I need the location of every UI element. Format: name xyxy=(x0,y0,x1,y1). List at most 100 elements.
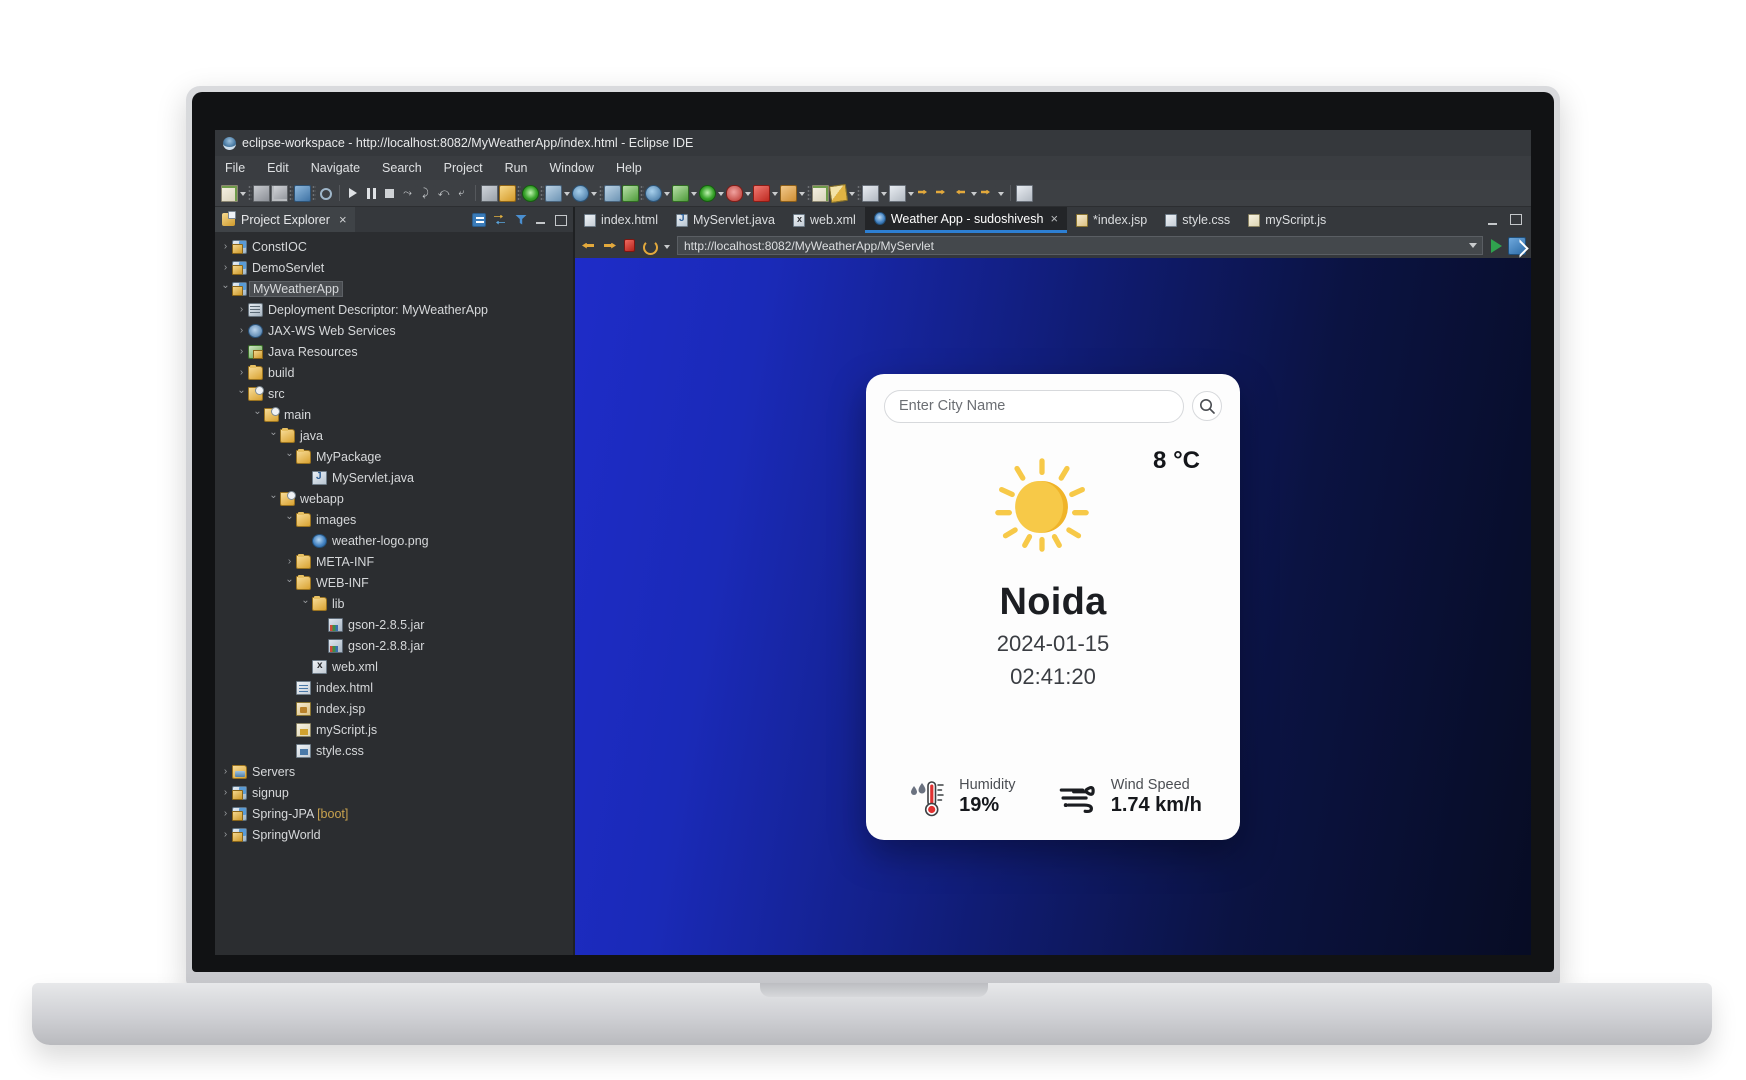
editor-icon[interactable] xyxy=(829,183,848,202)
save-all-icon[interactable] xyxy=(271,185,288,202)
maximize-icon[interactable] xyxy=(554,214,566,226)
back-dropdown-icon[interactable] xyxy=(970,185,978,201)
debug-as-icon[interactable] xyxy=(622,185,639,202)
tree-row[interactable]: myScript.js xyxy=(215,719,573,740)
close-icon[interactable]: × xyxy=(1050,211,1058,226)
open-perspective-dropdown-icon[interactable] xyxy=(663,185,671,201)
chevron-right-icon[interactable] xyxy=(219,829,232,840)
forward-dropdown-icon[interactable] xyxy=(997,185,1005,201)
tree-row[interactable]: Servers xyxy=(215,761,573,782)
toolbar-drag-handle[interactable] xyxy=(640,185,644,201)
project-tree[interactable]: ConstIOCDemoServletMyWeatherAppDeploymen… xyxy=(215,232,573,955)
search-icon[interactable] xyxy=(317,185,334,202)
menu-item-window[interactable]: Window xyxy=(550,161,594,175)
tree-row[interactable]: index.jsp xyxy=(215,698,573,719)
chevron-right-icon[interactable] xyxy=(219,787,232,798)
toolbar-drag-handle[interactable] xyxy=(599,185,603,201)
collapse-all-icon[interactable] xyxy=(472,213,486,227)
toolbar-drag-handle[interactable] xyxy=(540,185,544,201)
tree-row[interactable]: DemoServlet xyxy=(215,257,573,278)
tree-row[interactable]: MyServlet.java xyxy=(215,467,573,488)
toolbar-drag-handle[interactable] xyxy=(857,185,861,201)
menu-item-run[interactable]: Run xyxy=(505,161,528,175)
minimize-icon[interactable] xyxy=(535,214,547,226)
chevron-right-icon[interactable] xyxy=(235,346,248,357)
tree-row[interactable]: web.xml xyxy=(215,656,573,677)
chevron-right-icon[interactable] xyxy=(219,808,232,819)
tree-row[interactable]: MyWeatherApp xyxy=(215,278,573,299)
back-icon[interactable] xyxy=(952,185,969,202)
chevron-down-icon[interactable] xyxy=(283,514,296,525)
tree-row[interactable]: Deployment Descriptor: MyWeatherApp xyxy=(215,299,573,320)
chevron-right-icon[interactable] xyxy=(235,325,248,336)
refresh-icon[interactable] xyxy=(641,238,657,254)
skip-breakpoints-icon[interactable] xyxy=(481,185,498,202)
chevron-down-icon[interactable] xyxy=(267,493,280,504)
tree-row[interactable]: images xyxy=(215,509,573,530)
tree-row[interactable]: main xyxy=(215,404,573,425)
editor-tab[interactable]: style.css xyxy=(1156,207,1239,233)
tomcat-dropdown-icon[interactable] xyxy=(798,185,806,201)
chevron-right-icon[interactable] xyxy=(283,556,296,567)
tree-row[interactable]: signup xyxy=(215,782,573,803)
tree-row[interactable]: META-INF xyxy=(215,551,573,572)
chevron-down-icon[interactable] xyxy=(235,388,248,399)
url-bar[interactable]: http://localhost:8082/MyWeatherApp/MySer… xyxy=(677,236,1483,255)
run-as-icon[interactable] xyxy=(672,185,689,202)
project-explorer-toolbar[interactable] xyxy=(472,213,573,227)
main-toolbar[interactable]: ⤳ ⤸ ⤺ ⤶ xyxy=(215,180,1531,207)
chevron-right-icon[interactable] xyxy=(235,304,248,315)
tree-row[interactable]: JAX-WS Web Services xyxy=(215,320,573,341)
menu-item-file[interactable]: File xyxy=(225,161,245,175)
tree-row[interactable]: webapp xyxy=(215,488,573,509)
coverage-icon[interactable] xyxy=(499,185,516,202)
tree-row[interactable]: build xyxy=(215,362,573,383)
search-button[interactable] xyxy=(1192,391,1222,421)
prev-annotation-dropdown-icon[interactable] xyxy=(907,185,915,201)
close-icon[interactable]: × xyxy=(339,212,347,227)
new-class-icon[interactable] xyxy=(812,185,829,202)
editor-tabbar[interactable]: index.htmlMyServlet.javaweb.xmlWeather A… xyxy=(575,207,1531,233)
coverage-dropdown-icon[interactable] xyxy=(717,185,725,201)
chevron-down-icon[interactable] xyxy=(251,409,264,420)
menu-item-navigate[interactable]: Navigate xyxy=(311,161,360,175)
tree-row[interactable]: MyPackage xyxy=(215,446,573,467)
power-icon[interactable] xyxy=(522,185,539,202)
external-tools-dropdown-icon[interactable] xyxy=(590,185,598,201)
step-out-icon[interactable]: ⤶ xyxy=(453,185,470,202)
toolbar-drag-handle[interactable] xyxy=(517,185,521,201)
open-external-browser-icon[interactable] xyxy=(1508,237,1526,255)
tree-row[interactable]: Spring-JPA [boot] xyxy=(215,803,573,824)
new-java-project-icon[interactable] xyxy=(604,185,621,202)
stop-icon[interactable] xyxy=(624,239,635,252)
menu-item-edit[interactable]: Edit xyxy=(267,161,289,175)
editor-tab[interactable]: web.xml xyxy=(784,207,865,233)
tree-row[interactable]: WEB-INF xyxy=(215,572,573,593)
external-tools-icon[interactable] xyxy=(572,185,589,202)
tomcat-icon[interactable] xyxy=(780,185,797,202)
menu-bar[interactable]: File Edit Navigate Search Project Run Wi… xyxy=(215,156,1531,180)
toolbar-drag-handle[interactable] xyxy=(807,185,811,201)
tree-row[interactable]: style.css xyxy=(215,740,573,761)
forward-nav-icon[interactable] xyxy=(979,185,996,202)
editor-dropdown-icon[interactable] xyxy=(848,185,856,201)
tree-row[interactable]: lib xyxy=(215,593,573,614)
run-as-dropdown-icon[interactable] xyxy=(690,185,698,201)
minimize-icon[interactable] xyxy=(1487,213,1501,227)
save-icon[interactable] xyxy=(253,185,270,202)
chevron-down-icon[interactable] xyxy=(663,238,671,254)
editor-tab[interactable]: index.html xyxy=(575,207,667,233)
back-arrow-icon[interactable] xyxy=(580,238,596,254)
toolbar-drag-handle[interactable] xyxy=(289,185,293,201)
view-menu-filter-icon[interactable] xyxy=(514,213,528,227)
toolbar-drag-handle[interactable] xyxy=(248,185,252,201)
new-dropdown-icon[interactable] xyxy=(239,185,247,201)
next-annotation-dropdown-icon[interactable] xyxy=(880,185,888,201)
editor-tab[interactable]: *index.jsp xyxy=(1067,207,1156,233)
search-input[interactable] xyxy=(884,390,1184,423)
editor-tab[interactable]: Weather App - sudoshivesh× xyxy=(865,207,1067,233)
tab-project-explorer[interactable]: Project Explorer × xyxy=(215,207,355,232)
internal-browser-toolbar[interactable]: http://localhost:8082/MyWeatherApp/MySer… xyxy=(575,233,1531,258)
chevron-right-icon[interactable] xyxy=(235,367,248,378)
editor-tab[interactable]: MyServlet.java xyxy=(667,207,784,233)
